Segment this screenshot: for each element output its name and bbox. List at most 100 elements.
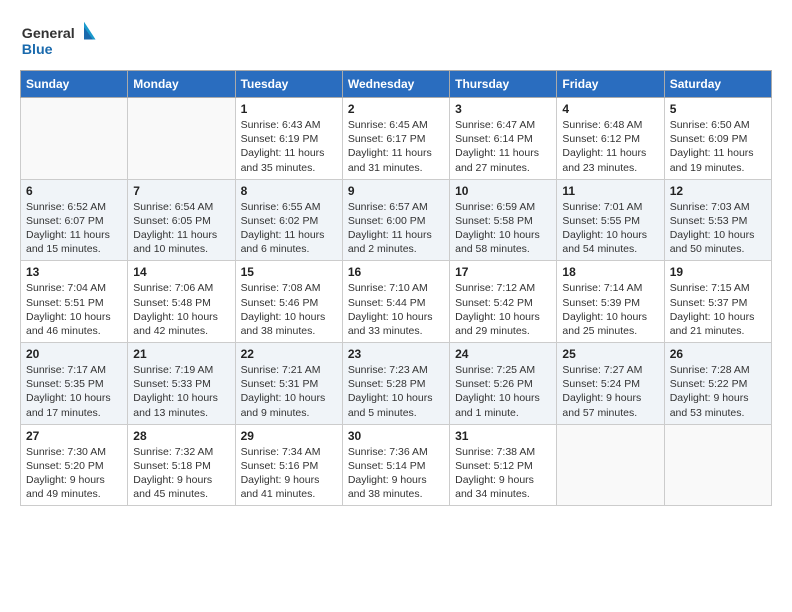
weekday-header-sunday: Sunday bbox=[21, 71, 128, 98]
calendar-cell: 1 Sunrise: 6:43 AM Sunset: 6:19 PM Daylig… bbox=[235, 98, 342, 180]
svg-text:Blue: Blue bbox=[22, 42, 53, 58]
calendar-cell: 5 Sunrise: 6:50 AM Sunset: 6:09 PM Daylig… bbox=[664, 98, 771, 180]
day-number: 29 bbox=[241, 429, 337, 443]
calendar-cell: 18 Sunrise: 7:14 AM Sunset: 5:39 PM Dayli… bbox=[557, 261, 664, 343]
day-number: 15 bbox=[241, 265, 337, 279]
day-info: Sunrise: 7:34 AM Sunset: 5:16 PM Dayligh… bbox=[241, 445, 337, 502]
calendar-week-5: 27 Sunrise: 7:30 AM Sunset: 5:20 PM Dayli… bbox=[21, 424, 772, 506]
calendar-week-3: 13 Sunrise: 7:04 AM Sunset: 5:51 PM Dayli… bbox=[21, 261, 772, 343]
day-number: 16 bbox=[348, 265, 444, 279]
day-number: 18 bbox=[562, 265, 658, 279]
day-number: 22 bbox=[241, 347, 337, 361]
day-info: Sunrise: 6:54 AM Sunset: 6:05 PM Dayligh… bbox=[133, 200, 229, 257]
day-info: Sunrise: 7:38 AM Sunset: 5:12 PM Dayligh… bbox=[455, 445, 551, 502]
day-number: 19 bbox=[670, 265, 766, 279]
weekday-header-tuesday: Tuesday bbox=[235, 71, 342, 98]
day-info: Sunrise: 7:14 AM Sunset: 5:39 PM Dayligh… bbox=[562, 281, 658, 338]
calendar-cell: 29 Sunrise: 7:34 AM Sunset: 5:16 PM Dayli… bbox=[235, 424, 342, 506]
calendar-cell bbox=[128, 98, 235, 180]
day-number: 4 bbox=[562, 102, 658, 116]
calendar-week-2: 6 Sunrise: 6:52 AM Sunset: 6:07 PM Daylig… bbox=[21, 179, 772, 261]
day-info: Sunrise: 7:04 AM Sunset: 5:51 PM Dayligh… bbox=[26, 281, 122, 338]
calendar-cell: 24Sunrise: 7:25 AM Sunset: 5:26 PM Dayli… bbox=[450, 343, 557, 425]
day-info: Sunrise: 6:59 AM Sunset: 5:58 PM Dayligh… bbox=[455, 200, 551, 257]
calendar-cell: 28Sunrise: 7:32 AM Sunset: 5:18 PM Dayli… bbox=[128, 424, 235, 506]
calendar-cell: 25 Sunrise: 7:27 AM Sunset: 5:24 PM Dayli… bbox=[557, 343, 664, 425]
day-info: Sunrise: 6:50 AM Sunset: 6:09 PM Dayligh… bbox=[670, 118, 766, 175]
day-info: Sunrise: 6:52 AM Sunset: 6:07 PM Dayligh… bbox=[26, 200, 122, 257]
day-number: 1 bbox=[241, 102, 337, 116]
day-number: 11 bbox=[562, 184, 658, 198]
day-info: Sunrise: 7:17 AM Sunset: 5:35 PM Dayligh… bbox=[26, 363, 122, 420]
day-number: 7 bbox=[133, 184, 229, 198]
weekday-header-thursday: Thursday bbox=[450, 71, 557, 98]
day-number: 10 bbox=[455, 184, 551, 198]
day-info: Sunrise: 6:43 AM Sunset: 6:19 PM Dayligh… bbox=[241, 118, 337, 175]
logo-svg: General Blue bbox=[20, 20, 100, 60]
day-info: Sunrise: 7:36 AM Sunset: 5:14 PM Dayligh… bbox=[348, 445, 444, 502]
day-info: Sunrise: 7:30 AM Sunset: 5:20 PM Dayligh… bbox=[26, 445, 122, 502]
day-info: Sunrise: 6:57 AM Sunset: 6:00 PM Dayligh… bbox=[348, 200, 444, 257]
day-number: 27 bbox=[26, 429, 122, 443]
calendar-cell: 12 Sunrise: 7:03 AM Sunset: 5:53 PM Dayli… bbox=[664, 179, 771, 261]
day-number: 12 bbox=[670, 184, 766, 198]
day-number: 6 bbox=[26, 184, 122, 198]
day-number: 28 bbox=[133, 429, 229, 443]
day-number: 31 bbox=[455, 429, 551, 443]
page-header: General Blue bbox=[20, 20, 772, 60]
weekday-header-saturday: Saturday bbox=[664, 71, 771, 98]
day-info: Sunrise: 7:12 AM Sunset: 5:42 PM Dayligh… bbox=[455, 281, 551, 338]
day-number: 20 bbox=[26, 347, 122, 361]
calendar-cell: 10 Sunrise: 6:59 AM Sunset: 5:58 PM Dayli… bbox=[450, 179, 557, 261]
day-info: Sunrise: 7:23 AM Sunset: 5:28 PM Dayligh… bbox=[348, 363, 444, 420]
weekday-header-monday: Monday bbox=[128, 71, 235, 98]
day-info: Sunrise: 7:15 AM Sunset: 5:37 PM Dayligh… bbox=[670, 281, 766, 338]
calendar-cell: 2Sunrise: 6:45 AM Sunset: 6:17 PM Daylig… bbox=[342, 98, 449, 180]
calendar-cell: 3 Sunrise: 6:47 AM Sunset: 6:14 PM Daylig… bbox=[450, 98, 557, 180]
calendar-cell: 22Sunrise: 7:21 AM Sunset: 5:31 PM Dayli… bbox=[235, 343, 342, 425]
calendar-week-4: 20 Sunrise: 7:17 AM Sunset: 5:35 PM Dayli… bbox=[21, 343, 772, 425]
day-number: 21 bbox=[133, 347, 229, 361]
day-number: 2 bbox=[348, 102, 444, 116]
calendar-cell: 31 Sunrise: 7:38 AM Sunset: 5:12 PM Dayli… bbox=[450, 424, 557, 506]
calendar-cell: 14 Sunrise: 7:06 AM Sunset: 5:48 PM Dayli… bbox=[128, 261, 235, 343]
calendar-cell: 11Sunrise: 7:01 AM Sunset: 5:55 PM Dayli… bbox=[557, 179, 664, 261]
calendar-cell: 17Sunrise: 7:12 AM Sunset: 5:42 PM Dayli… bbox=[450, 261, 557, 343]
calendar-cell: 30 Sunrise: 7:36 AM Sunset: 5:14 PM Dayli… bbox=[342, 424, 449, 506]
calendar-cell: 23Sunrise: 7:23 AM Sunset: 5:28 PM Dayli… bbox=[342, 343, 449, 425]
day-info: Sunrise: 6:47 AM Sunset: 6:14 PM Dayligh… bbox=[455, 118, 551, 175]
day-info: Sunrise: 7:03 AM Sunset: 5:53 PM Dayligh… bbox=[670, 200, 766, 257]
calendar-cell bbox=[21, 98, 128, 180]
calendar-cell: 20 Sunrise: 7:17 AM Sunset: 5:35 PM Dayli… bbox=[21, 343, 128, 425]
day-info: Sunrise: 7:27 AM Sunset: 5:24 PM Dayligh… bbox=[562, 363, 658, 420]
calendar-cell: 27 Sunrise: 7:30 AM Sunset: 5:20 PM Dayli… bbox=[21, 424, 128, 506]
day-number: 9 bbox=[348, 184, 444, 198]
calendar-table: SundayMondayTuesdayWednesdayThursdayFrid… bbox=[20, 70, 772, 506]
calendar-cell: 7 Sunrise: 6:54 AM Sunset: 6:05 PM Daylig… bbox=[128, 179, 235, 261]
weekday-header-friday: Friday bbox=[557, 71, 664, 98]
day-number: 13 bbox=[26, 265, 122, 279]
calendar-cell: 19 Sunrise: 7:15 AM Sunset: 5:37 PM Dayli… bbox=[664, 261, 771, 343]
calendar-cell bbox=[664, 424, 771, 506]
weekday-header-row: SundayMondayTuesdayWednesdayThursdayFrid… bbox=[21, 71, 772, 98]
day-number: 3 bbox=[455, 102, 551, 116]
day-info: Sunrise: 6:55 AM Sunset: 6:02 PM Dayligh… bbox=[241, 200, 337, 257]
calendar-cell: 6 Sunrise: 6:52 AM Sunset: 6:07 PM Daylig… bbox=[21, 179, 128, 261]
day-number: 26 bbox=[670, 347, 766, 361]
day-number: 30 bbox=[348, 429, 444, 443]
day-info: Sunrise: 7:06 AM Sunset: 5:48 PM Dayligh… bbox=[133, 281, 229, 338]
calendar-cell: 9 Sunrise: 6:57 AM Sunset: 6:00 PM Daylig… bbox=[342, 179, 449, 261]
day-info: Sunrise: 7:10 AM Sunset: 5:44 PM Dayligh… bbox=[348, 281, 444, 338]
day-number: 25 bbox=[562, 347, 658, 361]
day-number: 14 bbox=[133, 265, 229, 279]
logo: General Blue bbox=[20, 20, 100, 60]
day-info: Sunrise: 7:28 AM Sunset: 5:22 PM Dayligh… bbox=[670, 363, 766, 420]
day-info: Sunrise: 7:08 AM Sunset: 5:46 PM Dayligh… bbox=[241, 281, 337, 338]
svg-text:General: General bbox=[22, 26, 75, 42]
day-info: Sunrise: 6:48 AM Sunset: 6:12 PM Dayligh… bbox=[562, 118, 658, 175]
day-number: 8 bbox=[241, 184, 337, 198]
calendar-cell: 4 Sunrise: 6:48 AM Sunset: 6:12 PM Daylig… bbox=[557, 98, 664, 180]
calendar-cell: 16 Sunrise: 7:10 AM Sunset: 5:44 PM Dayli… bbox=[342, 261, 449, 343]
day-number: 5 bbox=[670, 102, 766, 116]
weekday-header-wednesday: Wednesday bbox=[342, 71, 449, 98]
